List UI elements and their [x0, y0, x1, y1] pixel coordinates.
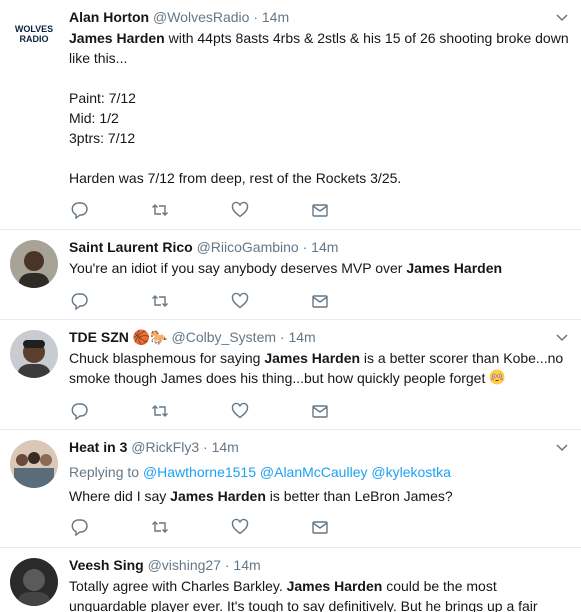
tweet-text-segment: Harden was 7/12 from deep, rest of the R… [69, 170, 402, 186]
avatar[interactable]: WOLVES RADIO [10, 10, 58, 58]
logo-text-top: WOLVES [15, 24, 53, 34]
tweet-text-segment: is better than LeBron James? [265, 488, 453, 504]
display-name[interactable]: Alan Horton [69, 9, 149, 25]
timestamp[interactable]: 14m [288, 329, 315, 345]
tweet-text-segment: You're an idiot if you say anybody deser… [69, 260, 407, 276]
logo-text-bottom: RADIO [20, 34, 49, 44]
tweet-text-segment: Where did I say [69, 488, 171, 504]
user-handle[interactable]: @WolvesRadio [153, 9, 249, 25]
timestamp[interactable]: 14m [212, 439, 239, 455]
avatar[interactable] [10, 558, 58, 606]
like-icon[interactable] [231, 402, 249, 420]
wolves-radio-logo: WOLVES RADIO [10, 10, 58, 58]
separator-dot: · [279, 329, 285, 345]
stat-line: 3ptrs: 7/12 [69, 130, 136, 146]
like-icon[interactable] [231, 518, 249, 536]
separator-dot: · [224, 557, 230, 573]
tweet-text: Totally agree with Charles Barkley. Jame… [69, 576, 569, 612]
retweet-icon[interactable] [151, 292, 169, 310]
user-handle[interactable]: @Colby_System [172, 329, 276, 345]
tweet[interactable]: Veesh Sing @vishing27 · 14m Totally agre… [0, 548, 581, 612]
tweet-feed: WOLVES RADIO Alan Horton @WolvesRadio · … [0, 0, 581, 612]
direct-message-icon[interactable] [311, 292, 329, 310]
tweet[interactable]: Heat in 3 @RickFly3 · 14m Replying to @H… [0, 430, 581, 548]
tweet-text: Replying to @Hawthorne1515 @AlanMcCaulle… [69, 462, 569, 506]
separator-dot: · [302, 239, 308, 255]
tweet-text-segment: Chuck blasphemous for saying [69, 350, 265, 366]
reply-icon[interactable] [71, 402, 89, 420]
direct-message-icon[interactable] [311, 402, 329, 420]
mention-bold: James Harden [170, 488, 266, 504]
retweet-icon[interactable] [151, 402, 169, 420]
chevron-down-icon[interactable] [555, 10, 569, 24]
reply-mention-link[interactable]: @AlanMcCaulley [260, 464, 368, 480]
tweet-text: James Harden with 44pts 8asts 4rbs & 2st… [69, 28, 569, 188]
direct-message-icon[interactable] [311, 518, 329, 536]
user-handle[interactable]: @RiicoGambino [197, 239, 299, 255]
tweet-text-segment: Totally agree with Charles Barkley. [69, 578, 287, 594]
timestamp[interactable]: 14m [262, 9, 289, 25]
separator-dot: · [253, 9, 258, 25]
reply-icon[interactable] [71, 201, 89, 219]
chevron-down-icon[interactable] [555, 330, 569, 344]
mention-bold: James Harden [286, 578, 383, 594]
user-handle[interactable]: @RickFly3 [131, 439, 199, 455]
display-name[interactable]: Veesh Sing [69, 557, 144, 573]
tweet-header: Heat in 3 @RickFly3 · 14m [69, 438, 239, 456]
tweet-text: Chuck blasphemous for saying James Harde… [69, 348, 569, 388]
replying-to: Replying to @Hawthorne1515 @AlanMcCaulle… [69, 462, 569, 482]
chevron-down-icon[interactable] [555, 440, 569, 454]
avatar[interactable] [10, 440, 58, 488]
direct-message-icon[interactable] [311, 201, 329, 219]
tweet-header: Alan Horton @WolvesRadio · 14m [69, 8, 289, 26]
tweet-header: Saint Laurent Rico @RiicoGambino · 14m [69, 238, 338, 256]
tweet[interactable]: Saint Laurent Rico @RiicoGambino · 14m Y… [0, 230, 581, 320]
avatar[interactable] [10, 240, 58, 288]
tweet[interactable]: WOLVES RADIO Alan Horton @WolvesRadio · … [0, 0, 581, 230]
reply-mention-link[interactable]: @Hawthorne1515 [143, 464, 256, 480]
reply-mention-link[interactable]: @kylekostka [371, 464, 451, 480]
display-name[interactable]: Saint Laurent Rico [69, 239, 193, 255]
mention-bold: James Harden [264, 350, 361, 366]
avatar[interactable] [10, 330, 58, 378]
like-icon[interactable] [231, 201, 249, 219]
like-icon[interactable] [231, 292, 249, 310]
tweet[interactable]: TDE SZN 🏀🐎 @Colby_System · 14m Chuck bla… [0, 320, 581, 430]
retweet-icon[interactable] [151, 201, 169, 219]
tweet-header: TDE SZN 🏀🐎 @Colby_System · 14m [69, 328, 316, 346]
reply-icon[interactable] [71, 292, 89, 310]
replying-to-label: Replying to [69, 464, 143, 480]
name-emoji: 🏀🐎 [132, 329, 168, 345]
display-name[interactable]: TDE SZN [69, 329, 129, 345]
retweet-icon[interactable] [151, 518, 169, 536]
stat-line: Paint: 7/12 [69, 90, 136, 106]
separator-dot: · [203, 439, 208, 455]
reply-icon[interactable] [71, 518, 89, 536]
user-handle[interactable]: @vishing27 [148, 557, 221, 573]
tweet-text: You're an idiot if you say anybody deser… [69, 258, 569, 278]
tweet-header: Veesh Sing @vishing27 · 14m [69, 556, 261, 574]
flushed-face-icon [489, 369, 505, 385]
stat-line: Mid: 1/2 [69, 110, 119, 126]
mention-bold: James Harden [406, 260, 503, 276]
display-name[interactable]: Heat in 3 [69, 439, 127, 455]
timestamp[interactable]: 14m [311, 239, 338, 255]
timestamp[interactable]: 14m [233, 557, 260, 573]
mention-bold: James Harden [69, 30, 165, 46]
